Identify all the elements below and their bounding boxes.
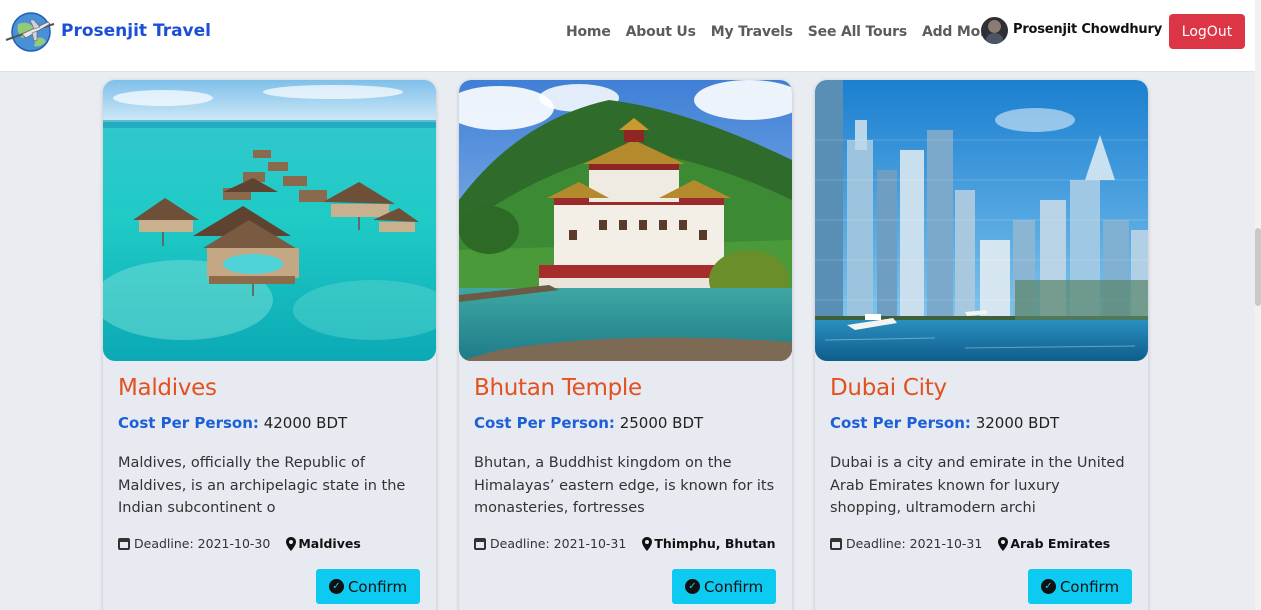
confirm-label: Confirm (1059, 577, 1120, 596)
tour-meta: Deadline: 2021-10-30 Maldives (118, 536, 361, 551)
nav-link-see-all-tours[interactable]: See All Tours (808, 24, 907, 40)
nav-links: Home About Us My Travels See All Tours A… (566, 24, 1011, 40)
nav-link-my-travels[interactable]: My Travels (711, 24, 793, 40)
tour-location: Maldives (298, 536, 361, 551)
tour-image-bhutan (459, 80, 792, 361)
scrollbar[interactable] (1255, 0, 1261, 610)
brand-name[interactable]: Prosenjit Travel (61, 21, 211, 41)
cost-value: 25000 BDT (619, 414, 704, 432)
user-name: Prosenjit Chowdhury (1013, 21, 1162, 37)
confirm-label: Confirm (347, 577, 408, 596)
map-pin-icon (642, 536, 653, 551)
confirm-button[interactable]: ✓ Confirm (316, 569, 420, 604)
tour-description: Maldives, officially the Republic of Mal… (118, 455, 406, 516)
confirm-button[interactable]: ✓ Confirm (1028, 569, 1132, 604)
user-profile: Prosenjit Chowdhury (981, 17, 1162, 44)
cost-label: Cost Per Person: (118, 414, 259, 432)
logout-button[interactable]: LogOut (1169, 14, 1245, 49)
tour-cost: Cost Per Person: 25000 BDT (474, 414, 703, 432)
nav-link-home[interactable]: Home (566, 24, 611, 40)
calendar-icon (830, 537, 842, 550)
tour-meta: Deadline: 2021-10-31 Thimphu, Bhutan (474, 536, 776, 551)
tour-location: Arab Emirates (1010, 536, 1111, 551)
tour-card: Dubai City Cost Per Person: 32000 BDT Du… (815, 80, 1148, 610)
tour-title: Bhutan Temple (474, 375, 642, 401)
cost-label: Cost Per Person: (830, 414, 971, 432)
deadline-value: 2021-10-30 (197, 536, 271, 551)
cost-value: 42000 BDT (263, 414, 348, 432)
tour-cost: Cost Per Person: 32000 BDT (830, 414, 1059, 432)
calendar-icon (118, 537, 130, 550)
tour-image-maldives (103, 80, 436, 361)
map-pin-icon (286, 536, 297, 551)
deadline-value: 2021-10-31 (909, 536, 983, 551)
avatar (981, 17, 1008, 44)
deadline-label: Deadline: (134, 536, 194, 551)
deadline-label: Deadline: (490, 536, 550, 551)
cost-value: 32000 BDT (975, 414, 1060, 432)
tour-location: Thimphu, Bhutan (654, 536, 776, 551)
tour-title: Maldives (118, 375, 217, 401)
scrollbar-thumb[interactable] (1255, 228, 1261, 306)
tour-description: Dubai is a city and emirate in the Unite… (830, 455, 1125, 516)
airplane-globe-icon (4, 10, 56, 54)
check-circle-icon: ✓ (1040, 579, 1056, 594)
cost-label: Cost Per Person: (474, 414, 615, 432)
tour-cost: Cost Per Person: 42000 BDT (118, 414, 347, 432)
confirm-button[interactable]: ✓ Confirm (672, 569, 776, 604)
tour-card: Maldives Cost Per Person: 42000 BDT Mald… (103, 80, 436, 610)
deadline-label: Deadline: (846, 536, 906, 551)
check-circle-icon: ✓ (328, 579, 344, 594)
map-pin-icon (998, 536, 1009, 551)
tour-image-dubai (815, 80, 1148, 361)
navbar: Prosenjit Travel Home About Us My Travel… (0, 0, 1255, 72)
tour-card: Bhutan Temple Cost Per Person: 25000 BDT… (459, 80, 792, 610)
confirm-label: Confirm (703, 577, 764, 596)
tour-meta: Deadline: 2021-10-31 Arab Emirates (830, 536, 1110, 551)
nav-link-about-us[interactable]: About Us (626, 24, 696, 40)
brand[interactable]: Prosenjit Travel (4, 10, 211, 54)
calendar-icon (474, 537, 486, 550)
tour-description: Bhutan, a Buddhist kingdom on the Himala… (474, 455, 775, 516)
deadline-value: 2021-10-31 (553, 536, 627, 551)
tour-title: Dubai City (830, 375, 947, 401)
check-circle-icon: ✓ (684, 579, 700, 594)
